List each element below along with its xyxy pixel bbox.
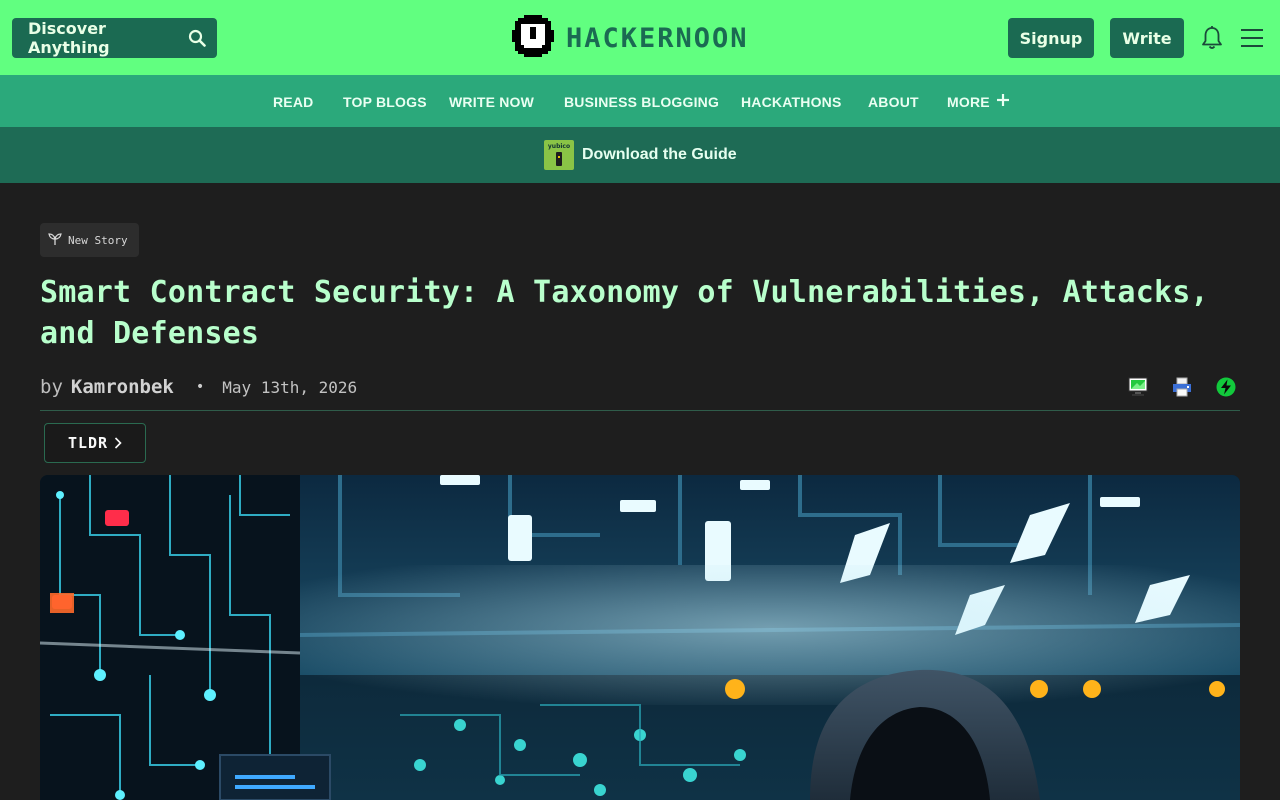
discover-label: Discover Anything <box>28 19 110 57</box>
hamburger-menu-icon[interactable] <box>1240 26 1264 50</box>
badge-label: New Story <box>68 233 128 247</box>
main-nav: READ TOP BLOGS WRITE NOW BUSINESS BLOGGI… <box>0 75 1280 127</box>
search-icon <box>177 18 217 58</box>
article-byline: by Kamronbek • May 13th, 2026 <box>40 372 357 402</box>
publish-date: May 13th, 2026 <box>222 377 358 397</box>
write-button[interactable]: Write <box>1110 18 1184 58</box>
nav-item-hackathons[interactable]: HACKATHONS <box>741 75 842 127</box>
top-header: Discover Anything HACKERNOON Signup Writ… <box>0 0 1280 75</box>
promo-banner: yubico Download the Guide <box>0 127 1280 183</box>
byline-divider <box>40 410 1240 411</box>
nav-item-more[interactable]: MORE <box>947 93 1010 110</box>
byline-prefix: by <box>40 376 63 398</box>
download-guide-link[interactable]: yubico Download the Guide <box>544 140 737 170</box>
nav-item-about[interactable]: ABOUT <box>868 75 919 127</box>
chevron-right-icon <box>114 434 122 453</box>
sprout-icon <box>48 232 62 248</box>
yubico-logo: yubico <box>544 140 574 170</box>
nav-more-label: MORE <box>947 93 990 110</box>
computer-screen-icon[interactable] <box>1127 376 1149 398</box>
yubico-logo-text: yubico <box>547 143 571 150</box>
nav-item-top-blogs[interactable]: TOP BLOGS <box>343 75 427 127</box>
article-title: Smart Contract Security: A Taxonomy of V… <box>40 275 1209 351</box>
hackernoon-logo[interactable]: HACKERNOON <box>512 15 749 61</box>
article-hero-image <box>40 475 1240 800</box>
nav-item-read[interactable]: READ <box>273 75 313 127</box>
new-story-badge: New Story <box>40 223 139 257</box>
discover-search-button[interactable]: Discover Anything <box>12 18 217 58</box>
promo-text: Download the Guide <box>582 146 737 163</box>
pixel-helmet-icon <box>512 15 554 61</box>
tldr-label: TLDR <box>67 434 109 452</box>
bell-icon[interactable] <box>1200 25 1224 51</box>
signup-button[interactable]: Signup <box>1008 18 1094 58</box>
author-name[interactable]: Kamronbek <box>71 376 174 398</box>
logo-wordmark: HACKERNOON <box>566 22 749 54</box>
lightning-boost-icon[interactable] <box>1215 376 1237 398</box>
printer-icon[interactable] <box>1171 376 1193 398</box>
nav-item-write-now[interactable]: WRITE NOW <box>449 75 534 127</box>
byline-separator: • <box>195 379 205 395</box>
tldr-button[interactable]: TLDR <box>44 423 146 463</box>
nav-item-business-blogging[interactable]: BUSINESS BLOGGING <box>564 75 719 127</box>
plus-icon <box>996 93 1010 110</box>
